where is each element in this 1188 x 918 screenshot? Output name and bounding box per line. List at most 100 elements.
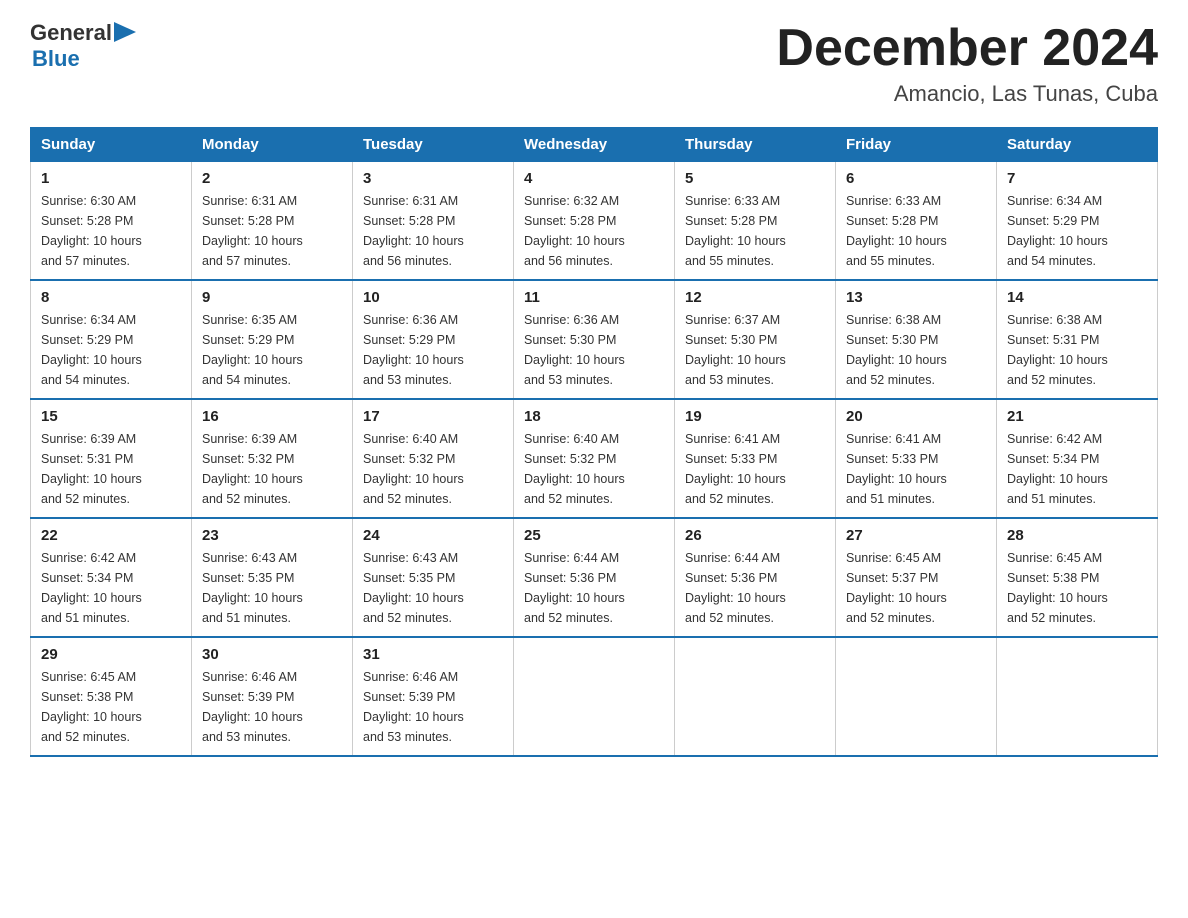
day-info: Sunrise: 6:45 AM Sunset: 5:37 PM Dayligh…: [846, 548, 986, 628]
table-row: [836, 637, 997, 756]
table-row: 4 Sunrise: 6:32 AM Sunset: 5:28 PM Dayli…: [514, 162, 675, 281]
day-info: Sunrise: 6:40 AM Sunset: 5:32 PM Dayligh…: [363, 429, 503, 509]
day-number: 23: [202, 527, 342, 544]
header-thursday: Thursday: [675, 128, 836, 162]
day-number: 5: [685, 170, 825, 187]
table-row: 3 Sunrise: 6:31 AM Sunset: 5:28 PM Dayli…: [353, 162, 514, 281]
day-info: Sunrise: 6:46 AM Sunset: 5:39 PM Dayligh…: [363, 667, 503, 747]
day-number: 3: [363, 170, 503, 187]
day-info: Sunrise: 6:40 AM Sunset: 5:32 PM Dayligh…: [524, 429, 664, 509]
day-number: 30: [202, 646, 342, 663]
day-number: 17: [363, 408, 503, 425]
day-number: 22: [41, 527, 181, 544]
day-number: 8: [41, 289, 181, 306]
table-row: 22 Sunrise: 6:42 AM Sunset: 5:34 PM Dayl…: [31, 518, 192, 637]
day-info: Sunrise: 6:41 AM Sunset: 5:33 PM Dayligh…: [685, 429, 825, 509]
day-number: 12: [685, 289, 825, 306]
day-info: Sunrise: 6:37 AM Sunset: 5:30 PM Dayligh…: [685, 310, 825, 390]
day-number: 29: [41, 646, 181, 663]
day-number: 1: [41, 170, 181, 187]
day-info: Sunrise: 6:30 AM Sunset: 5:28 PM Dayligh…: [41, 191, 181, 271]
day-number: 19: [685, 408, 825, 425]
table-row: 12 Sunrise: 6:37 AM Sunset: 5:30 PM Dayl…: [675, 280, 836, 399]
logo-general-text: General: [30, 20, 112, 46]
table-row: 29 Sunrise: 6:45 AM Sunset: 5:38 PM Dayl…: [31, 637, 192, 756]
table-row: 14 Sunrise: 6:38 AM Sunset: 5:31 PM Dayl…: [997, 280, 1158, 399]
page-header: General Blue December 2024 Amancio, Las …: [30, 20, 1158, 107]
table-row: 10 Sunrise: 6:36 AM Sunset: 5:29 PM Dayl…: [353, 280, 514, 399]
table-row: 26 Sunrise: 6:44 AM Sunset: 5:36 PM Dayl…: [675, 518, 836, 637]
header-monday: Monday: [192, 128, 353, 162]
day-number: 13: [846, 289, 986, 306]
day-info: Sunrise: 6:34 AM Sunset: 5:29 PM Dayligh…: [41, 310, 181, 390]
table-row: 13 Sunrise: 6:38 AM Sunset: 5:30 PM Dayl…: [836, 280, 997, 399]
table-row: [675, 637, 836, 756]
table-row: 17 Sunrise: 6:40 AM Sunset: 5:32 PM Dayl…: [353, 399, 514, 518]
calendar-week-row: 29 Sunrise: 6:45 AM Sunset: 5:38 PM Dayl…: [31, 637, 1158, 756]
calendar-week-row: 22 Sunrise: 6:42 AM Sunset: 5:34 PM Dayl…: [31, 518, 1158, 637]
logo-arrow-icon: [114, 22, 136, 42]
day-number: 26: [685, 527, 825, 544]
day-info: Sunrise: 6:41 AM Sunset: 5:33 PM Dayligh…: [846, 429, 986, 509]
table-row: 18 Sunrise: 6:40 AM Sunset: 5:32 PM Dayl…: [514, 399, 675, 518]
day-info: Sunrise: 6:39 AM Sunset: 5:31 PM Dayligh…: [41, 429, 181, 509]
day-info: Sunrise: 6:34 AM Sunset: 5:29 PM Dayligh…: [1007, 191, 1147, 271]
table-row: 28 Sunrise: 6:45 AM Sunset: 5:38 PM Dayl…: [997, 518, 1158, 637]
day-number: 15: [41, 408, 181, 425]
table-row: 6 Sunrise: 6:33 AM Sunset: 5:28 PM Dayli…: [836, 162, 997, 281]
table-row: 31 Sunrise: 6:46 AM Sunset: 5:39 PM Dayl…: [353, 637, 514, 756]
table-row: 25 Sunrise: 6:44 AM Sunset: 5:36 PM Dayl…: [514, 518, 675, 637]
day-info: Sunrise: 6:38 AM Sunset: 5:31 PM Dayligh…: [1007, 310, 1147, 390]
day-info: Sunrise: 6:46 AM Sunset: 5:39 PM Dayligh…: [202, 667, 342, 747]
day-info: Sunrise: 6:32 AM Sunset: 5:28 PM Dayligh…: [524, 191, 664, 271]
day-info: Sunrise: 6:39 AM Sunset: 5:32 PM Dayligh…: [202, 429, 342, 509]
table-row: 21 Sunrise: 6:42 AM Sunset: 5:34 PM Dayl…: [997, 399, 1158, 518]
day-info: Sunrise: 6:31 AM Sunset: 5:28 PM Dayligh…: [202, 191, 342, 271]
day-info: Sunrise: 6:44 AM Sunset: 5:36 PM Dayligh…: [685, 548, 825, 628]
header-sunday: Sunday: [31, 128, 192, 162]
day-number: 21: [1007, 408, 1147, 425]
day-info: Sunrise: 6:42 AM Sunset: 5:34 PM Dayligh…: [1007, 429, 1147, 509]
day-number: 18: [524, 408, 664, 425]
day-number: 31: [363, 646, 503, 663]
table-row: 23 Sunrise: 6:43 AM Sunset: 5:35 PM Dayl…: [192, 518, 353, 637]
table-row: 2 Sunrise: 6:31 AM Sunset: 5:28 PM Dayli…: [192, 162, 353, 281]
logo-blue-text: Blue: [32, 46, 136, 72]
day-number: 14: [1007, 289, 1147, 306]
table-row: 27 Sunrise: 6:45 AM Sunset: 5:37 PM Dayl…: [836, 518, 997, 637]
table-row: 8 Sunrise: 6:34 AM Sunset: 5:29 PM Dayli…: [31, 280, 192, 399]
day-info: Sunrise: 6:43 AM Sunset: 5:35 PM Dayligh…: [363, 548, 503, 628]
header-friday: Friday: [836, 128, 997, 162]
table-row: 19 Sunrise: 6:41 AM Sunset: 5:33 PM Dayl…: [675, 399, 836, 518]
day-info: Sunrise: 6:44 AM Sunset: 5:36 PM Dayligh…: [524, 548, 664, 628]
table-row: 20 Sunrise: 6:41 AM Sunset: 5:33 PM Dayl…: [836, 399, 997, 518]
table-row: 15 Sunrise: 6:39 AM Sunset: 5:31 PM Dayl…: [31, 399, 192, 518]
day-number: 16: [202, 408, 342, 425]
calendar-title: December 2024: [776, 20, 1158, 77]
day-number: 27: [846, 527, 986, 544]
header-tuesday: Tuesday: [353, 128, 514, 162]
day-info: Sunrise: 6:42 AM Sunset: 5:34 PM Dayligh…: [41, 548, 181, 628]
calendar-week-row: 8 Sunrise: 6:34 AM Sunset: 5:29 PM Dayli…: [31, 280, 1158, 399]
day-number: 10: [363, 289, 503, 306]
calendar-subtitle: Amancio, Las Tunas, Cuba: [776, 81, 1158, 107]
day-info: Sunrise: 6:45 AM Sunset: 5:38 PM Dayligh…: [41, 667, 181, 747]
table-row: 1 Sunrise: 6:30 AM Sunset: 5:28 PM Dayli…: [31, 162, 192, 281]
day-info: Sunrise: 6:45 AM Sunset: 5:38 PM Dayligh…: [1007, 548, 1147, 628]
day-info: Sunrise: 6:31 AM Sunset: 5:28 PM Dayligh…: [363, 191, 503, 271]
calendar-title-block: December 2024 Amancio, Las Tunas, Cuba: [776, 20, 1158, 107]
calendar-header-row: Sunday Monday Tuesday Wednesday Thursday…: [31, 128, 1158, 162]
day-info: Sunrise: 6:36 AM Sunset: 5:30 PM Dayligh…: [524, 310, 664, 390]
day-number: 2: [202, 170, 342, 187]
table-row: 9 Sunrise: 6:35 AM Sunset: 5:29 PM Dayli…: [192, 280, 353, 399]
day-number: 4: [524, 170, 664, 187]
table-row: 11 Sunrise: 6:36 AM Sunset: 5:30 PM Dayl…: [514, 280, 675, 399]
day-number: 20: [846, 408, 986, 425]
day-number: 24: [363, 527, 503, 544]
day-info: Sunrise: 6:35 AM Sunset: 5:29 PM Dayligh…: [202, 310, 342, 390]
logo: General Blue: [30, 20, 136, 72]
table-row: [514, 637, 675, 756]
calendar-week-row: 1 Sunrise: 6:30 AM Sunset: 5:28 PM Dayli…: [31, 162, 1158, 281]
day-number: 6: [846, 170, 986, 187]
day-number: 28: [1007, 527, 1147, 544]
